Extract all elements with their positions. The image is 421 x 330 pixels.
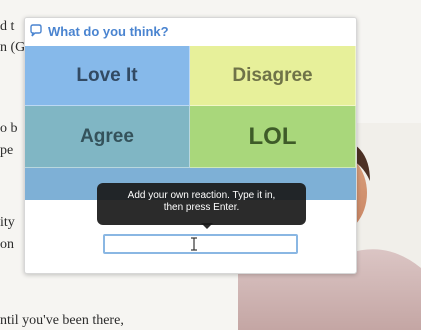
popup-title: What do you think? [48, 24, 169, 39]
article-text-fragment-4: pe [0, 143, 14, 158]
reaction-lol-label: LOL [248, 122, 297, 150]
reaction-love-it-label: Love It [76, 64, 138, 86]
article-text-fragment-2: n (G [0, 40, 26, 55]
article-text-fragment-6: on [0, 237, 14, 252]
popup-header: What do you think? [25, 18, 356, 46]
article-text-fragment-3: o b [0, 121, 18, 136]
reaction-lol-button[interactable]: LOL [190, 106, 356, 168]
input-help-tooltip: Add your own reaction. Type it in, then … [97, 183, 306, 229]
tooltip-line-2: then press Enter. [163, 202, 240, 213]
custom-reaction-input[interactable] [103, 234, 298, 254]
tooltip-arrow [201, 223, 213, 229]
chat-bubble-icon [30, 24, 42, 37]
article-text-fragment-1: d t [0, 19, 15, 34]
reaction-disagree-button[interactable]: Disagree [190, 46, 356, 106]
reaction-disagree-label: Disagree [232, 64, 313, 86]
reaction-agree-label: Agree [80, 125, 134, 147]
reaction-love-it-button[interactable]: Love It [25, 46, 190, 106]
article-text-fragment-bottom: ntil you've been there, [0, 313, 124, 328]
tooltip-line-1: Add your own reaction. Type it in, [127, 190, 276, 201]
article-text-fragment-5: ity [0, 215, 15, 230]
reaction-popup: What do you think? Love It Disagree Agre… [24, 17, 357, 274]
reaction-agree-button[interactable]: Agree [25, 106, 190, 168]
